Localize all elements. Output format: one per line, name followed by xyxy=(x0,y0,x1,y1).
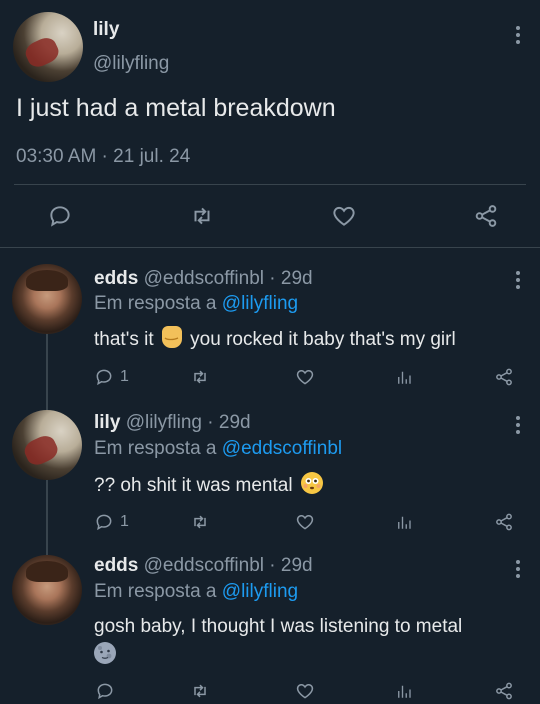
flushed-face-icon xyxy=(300,472,323,494)
share-icon[interactable] xyxy=(471,201,501,231)
retweet-icon[interactable] xyxy=(189,680,211,702)
tweet-text: I just had a metal breakdown xyxy=(16,94,336,122)
retweet-icon[interactable] xyxy=(189,511,211,533)
more-icon[interactable] xyxy=(516,271,520,292)
divider xyxy=(0,247,540,248)
views-icon[interactable] xyxy=(393,511,415,533)
avatar[interactable] xyxy=(12,410,82,480)
share-icon[interactable] xyxy=(493,366,515,388)
tweet-text: gosh baby, I thought I was listening to … xyxy=(94,616,463,637)
display-name[interactable]: lily xyxy=(94,412,120,433)
more-icon[interactable] xyxy=(516,560,520,581)
more-icon[interactable] xyxy=(516,26,520,47)
display-name[interactable]: edds xyxy=(94,268,138,289)
reply-count: 1 xyxy=(120,368,129,385)
retweet-icon[interactable] xyxy=(187,201,217,231)
heart-icon[interactable] xyxy=(329,201,359,231)
reply-context: Em resposta a @lilyfling xyxy=(94,293,298,315)
reply-to-handle[interactable]: @lilyfling xyxy=(222,581,298,602)
share-icon[interactable] xyxy=(493,511,515,533)
reply-header: edds @eddscoffinbl · 29d xyxy=(94,555,313,577)
reply-header: lily @lilyfling · 29d xyxy=(94,412,251,434)
tweet-age: · 29d xyxy=(269,555,313,576)
reply-prefix: Em resposta a xyxy=(94,293,217,314)
thread-line xyxy=(46,479,48,557)
reply-to-handle[interactable]: @eddscoffinbl xyxy=(222,438,342,459)
divider xyxy=(14,184,526,185)
reply-to-handle[interactable]: @lilyfling xyxy=(222,293,298,314)
handle[interactable]: @eddscoffinbl xyxy=(144,555,264,576)
tweet-text-part: that's it xyxy=(94,329,154,350)
display-name[interactable]: edds xyxy=(94,555,138,576)
reply-icon[interactable] xyxy=(45,201,75,231)
new-moon-face-icon xyxy=(94,642,116,664)
tweet-text: that's it you rocked it baby that's my g… xyxy=(94,326,456,351)
heart-icon[interactable] xyxy=(294,511,316,533)
reply-count: 1 xyxy=(120,513,129,530)
timestamp: 03:30 AM · 21 jul. 24 xyxy=(16,146,191,167)
reply-prefix: Em resposta a xyxy=(94,438,217,459)
avatar[interactable] xyxy=(12,555,82,625)
reply-header: edds @eddscoffinbl · 29d xyxy=(94,268,313,290)
tweet-age: · 29d xyxy=(269,268,313,289)
tweet-text: ?? oh shit it was mental xyxy=(94,472,323,497)
thread-line xyxy=(46,333,48,420)
handle[interactable]: @lilyfling xyxy=(93,53,169,75)
reply-context: Em resposta a @lilyfling xyxy=(94,581,298,603)
share-icon[interactable] xyxy=(493,680,515,702)
reply-icon[interactable]: 1 xyxy=(94,511,129,533)
reply-prefix: Em resposta a xyxy=(94,581,217,602)
display-name[interactable]: lily xyxy=(93,19,119,41)
views-icon[interactable] xyxy=(393,680,415,702)
heart-icon[interactable] xyxy=(294,366,316,388)
views-icon[interactable] xyxy=(393,366,415,388)
rock-on-hand-icon xyxy=(161,326,182,348)
tweet-age: · 29d xyxy=(207,412,251,433)
avatar[interactable] xyxy=(13,12,83,82)
more-icon[interactable] xyxy=(516,416,520,437)
reply-icon[interactable] xyxy=(94,680,116,702)
handle[interactable]: @eddscoffinbl xyxy=(144,268,264,289)
handle[interactable]: @lilyfling xyxy=(126,412,202,433)
heart-icon[interactable] xyxy=(294,680,316,702)
reply-context: Em resposta a @eddscoffinbl xyxy=(94,438,342,460)
tweet-text-part: ?? oh shit it was mental xyxy=(94,475,293,496)
reply-icon[interactable]: 1 xyxy=(94,366,129,388)
avatar[interactable] xyxy=(12,264,82,334)
retweet-icon[interactable] xyxy=(189,366,211,388)
tweet-text-part: you rocked it baby that's my girl xyxy=(190,329,456,350)
